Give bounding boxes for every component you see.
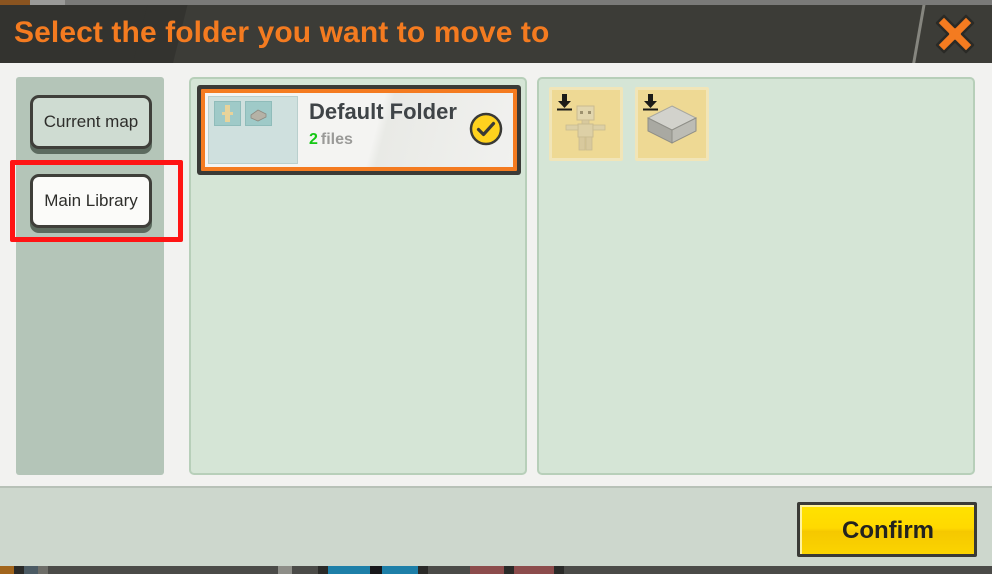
dialog-body: Current map Main Library Default Folder …: [0, 63, 992, 486]
rock-thumb-icon: [245, 101, 272, 126]
figure-thumb-icon: [214, 101, 241, 126]
location-sidebar: Current map Main Library: [16, 77, 164, 475]
toolbar-strip-segment: [38, 566, 48, 574]
confirm-button[interactable]: Confirm: [797, 502, 977, 557]
sidebar-item-label: Current map: [43, 112, 139, 131]
toolbar-strip-segment: [24, 566, 38, 574]
titlebar-divider: [910, 5, 927, 63]
folder-list-panel: Default Folder 2 files: [189, 77, 527, 475]
dialog-titlebar: Select the folder you want to move to: [0, 5, 992, 63]
toolbar-strip-segment: [470, 566, 504, 574]
folder-card-default-folder[interactable]: Default Folder 2 files: [197, 85, 521, 175]
move-to-folder-dialog: Select the folder you want to move to Cu…: [0, 0, 992, 574]
folder-card-face: Default Folder 2 files: [205, 93, 513, 167]
dialog-footer: Confirm: [0, 486, 992, 566]
folder-file-count-number: 2: [309, 131, 318, 148]
download-arrow-icon: [556, 93, 573, 111]
item-card-mannequin[interactable]: [549, 87, 623, 161]
toolbar-strip-segment: [554, 566, 564, 574]
toolbar-strip-segment: [382, 566, 418, 574]
dialog-title: Select the folder you want to move to: [14, 16, 550, 49]
toolbar-strip-segment: [370, 566, 382, 574]
toolbar-strip-segment: [14, 566, 24, 574]
check-circle-icon: [468, 111, 504, 147]
download-arrow-icon: [642, 93, 659, 111]
item-card-slab[interactable]: [635, 87, 709, 161]
sidebar-item-main-library[interactable]: Main Library: [30, 174, 152, 228]
toolbar-strip-segment: [418, 566, 428, 574]
folder-file-count-label: files: [320, 131, 353, 148]
item-list-panel: [537, 77, 975, 475]
folder-name: Default Folder: [309, 99, 457, 124]
toolbar-strip-segment: [328, 566, 370, 574]
sidebar-item-label: Main Library: [44, 191, 138, 210]
toolbar-strip-segment: [0, 566, 14, 574]
toolbar-strip-segment: [278, 566, 292, 574]
folder-file-count: 2 files: [309, 131, 353, 149]
close-x-icon[interactable]: [926, 7, 984, 61]
confirm-button-label: Confirm: [842, 516, 934, 544]
background-toolbar-strip: [0, 566, 992, 574]
sidebar-item-current-map[interactable]: Current map: [30, 95, 152, 149]
folder-card-selected-ring: Default Folder 2 files: [201, 89, 517, 171]
toolbar-strip-segment: [504, 566, 514, 574]
folder-thumbnail: [208, 96, 298, 164]
confirm-button-face: Confirm: [800, 505, 974, 554]
toolbar-strip-segment: [318, 566, 328, 574]
toolbar-strip-segment: [514, 566, 554, 574]
